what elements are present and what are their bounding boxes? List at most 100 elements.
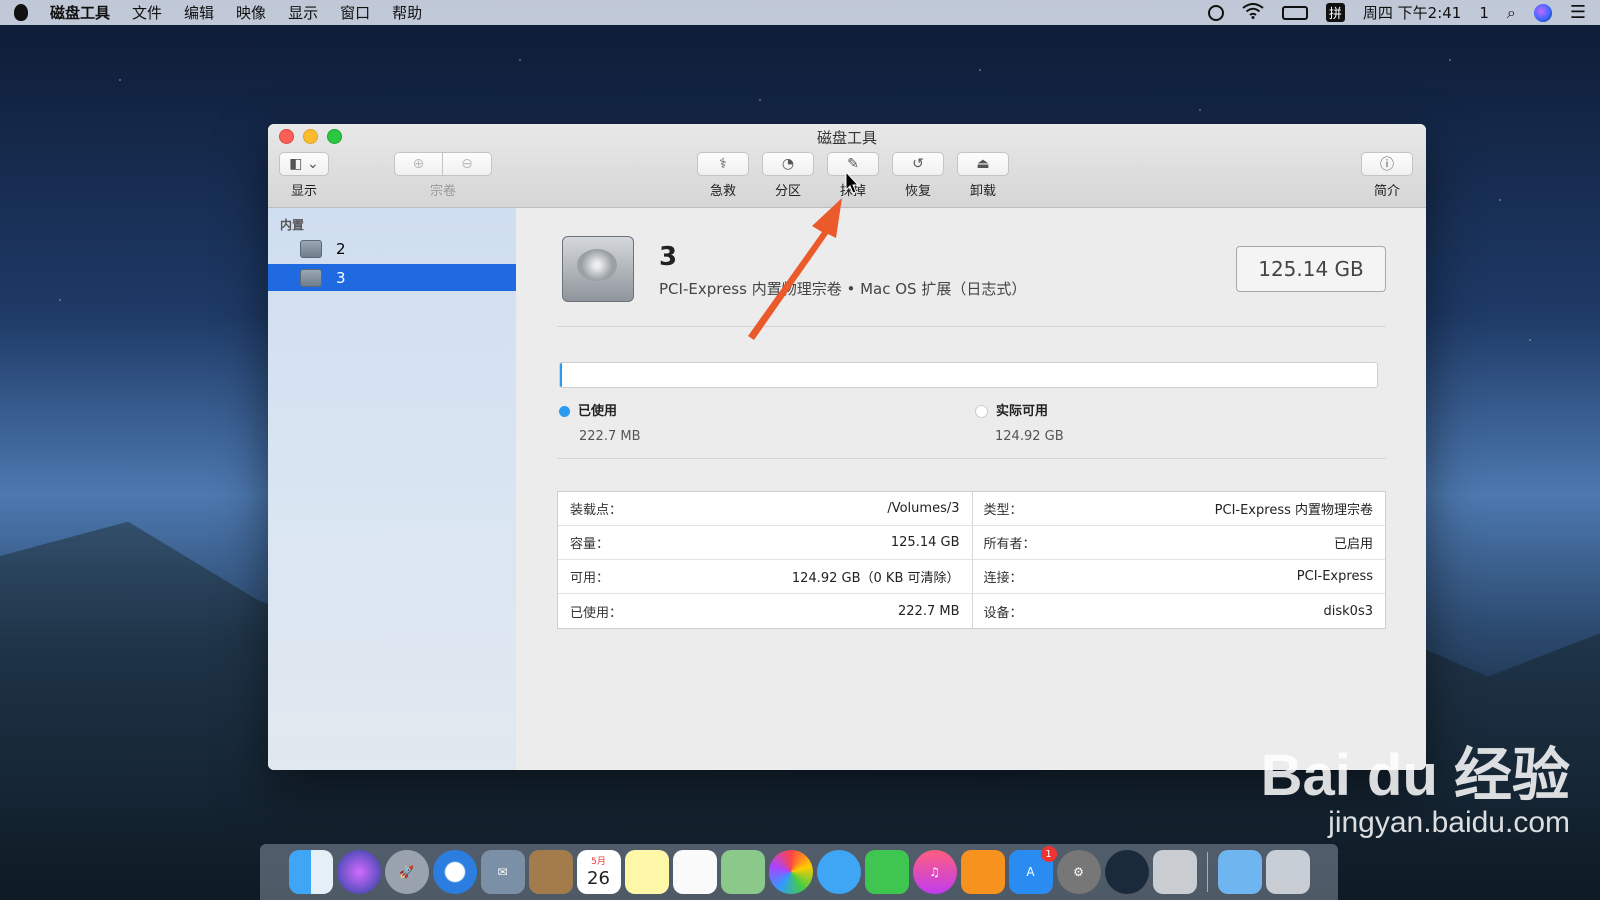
notification-count[interactable]: 1 (1479, 4, 1489, 22)
menu-app-name[interactable]: 磁盘工具 (50, 2, 110, 23)
divider (557, 326, 1386, 327)
info-key: 装载点： (570, 503, 623, 518)
toolbar-info: ⓘ 简介 (1361, 152, 1413, 199)
calendar-day: 26 (587, 867, 610, 889)
legend-used: 已使用 222.7 MB (559, 400, 640, 444)
calendar-month: 5月 (591, 856, 606, 867)
reminders-icon[interactable] (672, 850, 717, 894)
menu-clock[interactable]: 周四 下午2:41 (1363, 2, 1461, 23)
sidebar-item-volume-3[interactable]: 3 (268, 264, 516, 291)
menu-edit[interactable]: 编辑 (184, 2, 214, 23)
view-label: 显示 (290, 184, 317, 199)
app-store-icon[interactable]: A 1 (1008, 846, 1057, 894)
sidebar-item-label: 3 (336, 268, 346, 287)
screen-record-icon[interactable] (1207, 4, 1224, 21)
toolbar-volume: ⊕ ⊖ 宗卷 (394, 152, 492, 199)
erase-button[interactable]: ✎ (827, 152, 879, 176)
quicktime-icon[interactable] (1104, 850, 1149, 894)
info-value: 124.92 GB（0 KB 可清除） (791, 571, 960, 586)
info-value: 125.14 GB (890, 535, 960, 550)
table-row: 装载点： /Volumes/3 (558, 492, 972, 526)
ibooks-icon[interactable] (960, 850, 1005, 894)
finder-icon[interactable] (288, 850, 333, 894)
photos-icon[interactable] (768, 850, 813, 894)
input-method-icon[interactable]: 拼 (1325, 3, 1345, 22)
info-key: 已使用： (570, 605, 623, 621)
safari-icon[interactable] (432, 850, 477, 894)
volume-name: 3 (659, 242, 678, 272)
info-value: 222.7 MB (898, 603, 960, 619)
info-key: 设备： (983, 605, 1023, 621)
menu-file[interactable]: 文件 (132, 2, 162, 23)
watermark-brand: Bai du 经验 (1260, 743, 1570, 808)
info-key: 可用： (570, 571, 610, 586)
system-preferences-icon[interactable]: ⚙ (1056, 850, 1101, 894)
downloads-folder-icon[interactable] (1217, 850, 1262, 894)
restore-label: 恢复 (904, 184, 931, 199)
first-aid-label: 急救 (709, 184, 736, 199)
menu-image[interactable]: 映像 (236, 2, 266, 23)
divider (557, 458, 1386, 459)
menu-view[interactable]: 显示 (288, 2, 318, 23)
add-volume-icon: ⊕ (412, 156, 425, 172)
spotlight-search-icon[interactable]: ⌕ (1507, 3, 1516, 23)
notes-icon[interactable] (624, 850, 669, 894)
erase-label: 抹掉 (839, 184, 866, 199)
restore-button[interactable]: ↺ (892, 152, 944, 176)
apple-icon[interactable] (14, 4, 28, 21)
legend-free: 实际可用 124.92 GB (975, 400, 1064, 444)
free-label: 实际可用 (996, 404, 1049, 419)
table-row: 已使用： 222.7 MB (558, 594, 972, 628)
info-table: 装载点： /Volumes/3 容量： 125.14 GB 可用： 124.92 GB… (557, 491, 1386, 629)
menu-window[interactable]: 窗口 (340, 2, 370, 23)
remove-volume-icon: ⊖ (461, 156, 473, 172)
info-icon: ⓘ (1380, 157, 1394, 173)
info-button[interactable]: ⓘ (1361, 152, 1413, 176)
disk-utility-window: 磁盘工具 ◧ ⌄ 显示 ⊕ ⊖ 宗卷 ⚕ 急救 ◔ 分区 ✎ 抹掉 ↺ 恢复 ⏏… (268, 124, 1426, 770)
calendar-icon[interactable]: 5月 26 (576, 850, 621, 894)
mail-icon[interactable]: ✉ (480, 850, 525, 894)
restore-icon: ↺ (912, 156, 924, 172)
disk-utility-dock-icon[interactable] (1152, 850, 1197, 894)
partition-icon: ◔ (781, 156, 795, 172)
trash-icon[interactable] (1265, 850, 1310, 894)
window-title: 磁盘工具 (816, 129, 877, 147)
menu-help[interactable]: 帮助 (392, 2, 422, 23)
partition-label: 分区 (774, 184, 801, 199)
eject-icon: ⏏ (976, 156, 990, 172)
toolbar-first-aid: ⚕ 急救 (697, 152, 749, 199)
notification-center-icon[interactable]: ☰ (1570, 2, 1586, 23)
first-aid-button[interactable]: ⚕ (697, 152, 749, 176)
partition-button[interactable]: ◔ (762, 152, 814, 176)
facetime-icon[interactable] (864, 850, 909, 894)
dock: 🚀 ✉ 5月 26 ♫ A 1 ⚙ (260, 844, 1338, 900)
itunes-icon[interactable]: ♫ (912, 850, 957, 894)
toolbar-unmount: ⏏ 卸载 (957, 152, 1009, 199)
sidebar-item-volume-2[interactable]: 2 (268, 235, 516, 262)
info-value: 已启用 (1333, 537, 1373, 552)
toolbar-partition: ◔ 分区 (762, 152, 814, 199)
volume-description: PCI-Express 内置物理宗卷 • Mac OS 扩展（日志式） (659, 280, 1027, 298)
info-value: /Volumes/3 (887, 501, 960, 516)
remove-volume-button[interactable]: ⊖ (443, 152, 492, 176)
messages-icon[interactable] (816, 850, 861, 894)
table-row: 类型： PCI-Express 内置物理宗卷 (971, 492, 1385, 526)
view-toggle-button[interactable]: ◧ ⌄ (279, 152, 329, 176)
wifi-icon[interactable] (1242, 2, 1264, 23)
maps-icon[interactable] (720, 850, 765, 894)
add-volume-button[interactable]: ⊕ (394, 152, 443, 176)
watermark-url: jingyan.baidu.com (1328, 806, 1570, 839)
launchpad-icon[interactable]: 🚀 (384, 850, 429, 894)
used-label: 已使用 (578, 404, 618, 419)
siri-dock-icon[interactable] (336, 850, 381, 894)
free-value: 124.92 GB (995, 429, 1064, 444)
siri-icon[interactable] (1533, 3, 1552, 22)
contacts-icon[interactable] (528, 850, 573, 894)
table-row: 设备： disk0s3 (972, 594, 1386, 628)
info-key: 类型： (983, 503, 1023, 518)
battery-icon[interactable] (1281, 5, 1308, 20)
usage-bar-used (560, 363, 563, 387)
unmount-label: 卸载 (969, 184, 996, 199)
unmount-button[interactable]: ⏏ (957, 152, 1009, 176)
sidebar-section-internal: 内置 (280, 218, 305, 232)
